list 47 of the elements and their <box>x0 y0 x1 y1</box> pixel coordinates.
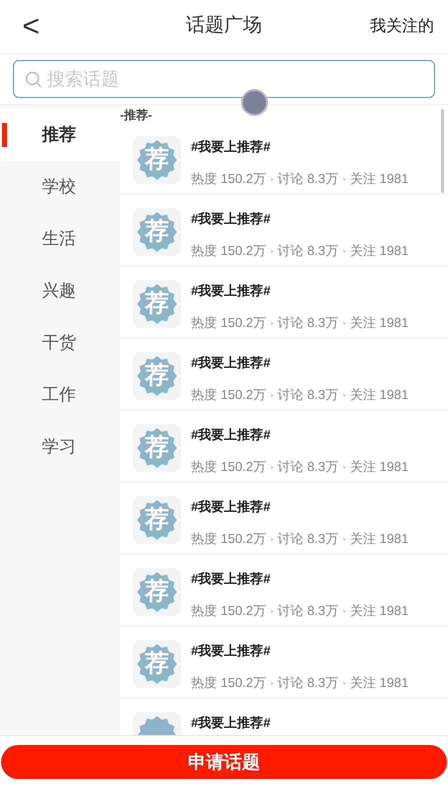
page-title: 话题广场 <box>186 14 262 38</box>
category-tab[interactable]: 学校 <box>0 161 120 213</box>
topic-stats: 热度 150.2万 · 讨论 8.3万 · 关注 1981 <box>191 242 408 260</box>
badge-character: 荐 <box>145 651 169 677</box>
topic-title: #我要上推荐# <box>191 354 272 372</box>
badge-character: 荐 <box>145 291 169 317</box>
topic-item[interactable]: 荐 #我要上推荐# 热度 150.2万 · 讨论 8.3万 · 关注 1981 <box>120 266 448 338</box>
topic-title: #我要上推荐# <box>191 714 270 732</box>
followed-link[interactable]: 我关注的 <box>370 14 434 38</box>
topic-stats: 热度 150.2万 · 讨论 8.3万 · 关注 1981 <box>191 530 408 548</box>
topic-stats: 热度 150.2万 · 讨论 8.3万 · 关注 1981 <box>191 458 408 476</box>
category-tab[interactable]: 生活 <box>0 213 120 265</box>
topic-stats: 热度 150.2万 · 讨论 8.3万 · 关注 1981 <box>191 674 408 692</box>
topic-title: #我要上推荐# <box>191 282 272 300</box>
badge-character: 荐 <box>145 579 169 605</box>
topic-title: #我要上推荐# <box>191 570 272 588</box>
category-tab[interactable]: 兴趣 <box>0 265 120 317</box>
badge-character: 荐 <box>145 507 169 533</box>
badge-character: 荐 <box>145 219 169 245</box>
topic-item[interactable]: 荐 #我要上推荐# 热度 150.2万 · 讨论 8.3万 · 关注 1981 <box>120 410 448 482</box>
topic-stats: 热度 150.2万 · 讨论 8.3万 · 关注 1981 <box>191 170 408 188</box>
category-tab[interactable]: 干货 <box>0 317 120 369</box>
topic-item[interactable]: 荐 #我要上推荐# 热度 150.2万 · 讨论 8.3万 · 关注 1981 <box>120 122 448 194</box>
topic-title: #我要上推荐# <box>191 138 272 156</box>
topic-title: #我要上推荐# <box>191 642 272 660</box>
search-icon <box>25 71 42 88</box>
topic-title: #我要上推荐# <box>191 498 272 516</box>
touch-indicator <box>241 89 268 116</box>
topic-title: #我要上推荐# <box>191 426 272 444</box>
topic-item[interactable]: 荐 #我要上推荐# 热度 150.2万 · 讨论 8.3万 · 关注 1981 <box>120 482 448 554</box>
apply-topic-button[interactable]: 申请话题 <box>1 745 447 779</box>
section-title: -推荐- <box>120 107 153 122</box>
back-button[interactable]: < <box>16 12 46 42</box>
topic-item[interactable]: 荐 #我要上推荐# 热度 150.2万 · 讨论 8.3万 · 关注 1981 <box>120 554 448 626</box>
topic-stats: 热度 150.2万 · 讨论 8.3万 · 关注 1981 <box>191 602 408 620</box>
badge-character: 荐 <box>145 363 169 389</box>
category-tab[interactable]: 学习 <box>0 421 120 473</box>
badge-character: 荐 <box>145 435 169 461</box>
topic-stats: 热度 150.2万 · 讨论 8.3万 · 关注 1981 <box>191 314 408 332</box>
topic-item[interactable]: 荐 #我要上推荐# 热度 150.2万 · 讨论 8.3万 · 关注 1981 <box>120 194 448 266</box>
topic-title: #我要上推荐# <box>191 210 272 228</box>
topic-stats: 热度 150.2万 · 讨论 8.3万 · 关注 1981 <box>191 386 408 404</box>
topic-item[interactable]: 荐 #我要上推荐# 热度 150.2万 · 讨论 8.3万 · 关注 1981 <box>120 626 448 698</box>
topic-item[interactable]: 荐 #我要上推荐# 热度 150.2万 · 讨论 8.3万 · 关注 1981 <box>120 338 448 410</box>
category-tab[interactable]: 工作 <box>0 369 120 421</box>
category-tab[interactable]: 推荐 <box>0 109 120 161</box>
badge-character: 荐 <box>145 147 169 173</box>
